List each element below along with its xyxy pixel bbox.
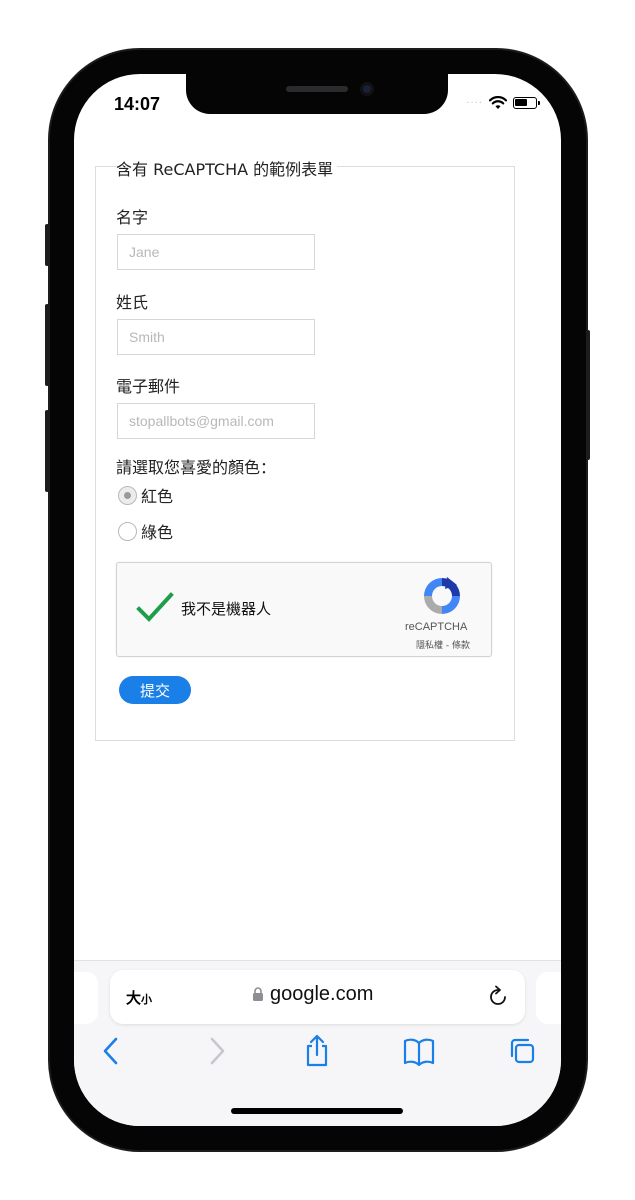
radio-red[interactable] [118,485,137,505]
speaker [286,86,348,92]
url-display[interactable]: google.com [252,983,373,1006]
previous-tab-preview[interactable] [74,972,98,1024]
email-input[interactable]: stopallbots@gmail.com [117,403,315,439]
recaptcha-logo-icon [424,577,460,614]
radio-red-label: 紅色 [141,487,174,506]
reload-icon[interactable] [486,985,510,1009]
volume-down-button [45,410,49,492]
wifi-icon [489,96,507,109]
mute-switch [45,224,49,266]
first-name-input[interactable]: Jane [117,234,315,270]
volume-up-button [45,304,49,386]
home-indicator [231,1108,403,1114]
recaptcha-widget: 我不是機器人 reCAPTCHA 隱私權 - 條款 [116,562,492,657]
first-name-label: 名字 [116,208,149,227]
radio-green[interactable] [118,521,137,541]
radio-option-green[interactable]: 綠色 [118,519,173,543]
battery-icon [513,97,540,109]
camera [360,82,374,96]
signal-icon: ···· [466,97,483,109]
recaptcha-terms-link[interactable]: 隱私權 - 條款 [416,638,470,651]
share-icon[interactable] [302,1034,332,1068]
text-size-button[interactable]: 大小 [126,987,152,1008]
radio-green-label: 綠色 [141,523,174,542]
bookmarks-icon[interactable] [402,1034,436,1068]
url-text: google.com [270,983,374,1005]
radio-option-red[interactable]: 紅色 [118,483,173,507]
recaptcha-brand: reCAPTCHA [405,621,468,633]
form-legend: 含有 ReCAPTCHA 的範例表單 [116,156,338,180]
screen: 14:07 ···· 含有 ReCAPTCHA 的範例表單 名字 Jane 姓氏… [74,74,561,1126]
back-icon[interactable] [96,1034,126,1068]
address-bar[interactable]: 大小 google.com [110,970,525,1024]
forward-icon[interactable] [202,1034,232,1068]
last-name-input[interactable]: Smith [117,319,315,355]
status-icons: ···· [466,96,540,110]
submit-button[interactable]: 提交 [119,676,191,704]
recaptcha-label: 我不是機器人 [181,600,272,618]
tabs-icon[interactable] [507,1034,537,1068]
last-name-label: 姓氏 [116,293,149,312]
checkmark-icon[interactable] [135,587,175,627]
notch [186,74,448,114]
status-time: 14:07 [114,94,161,114]
lock-icon [253,987,263,1001]
color-question: 請選取您喜愛的顏色： [116,458,277,477]
power-button [586,330,590,460]
email-label: 電子郵件 [116,377,181,396]
next-tab-preview[interactable] [536,972,561,1024]
